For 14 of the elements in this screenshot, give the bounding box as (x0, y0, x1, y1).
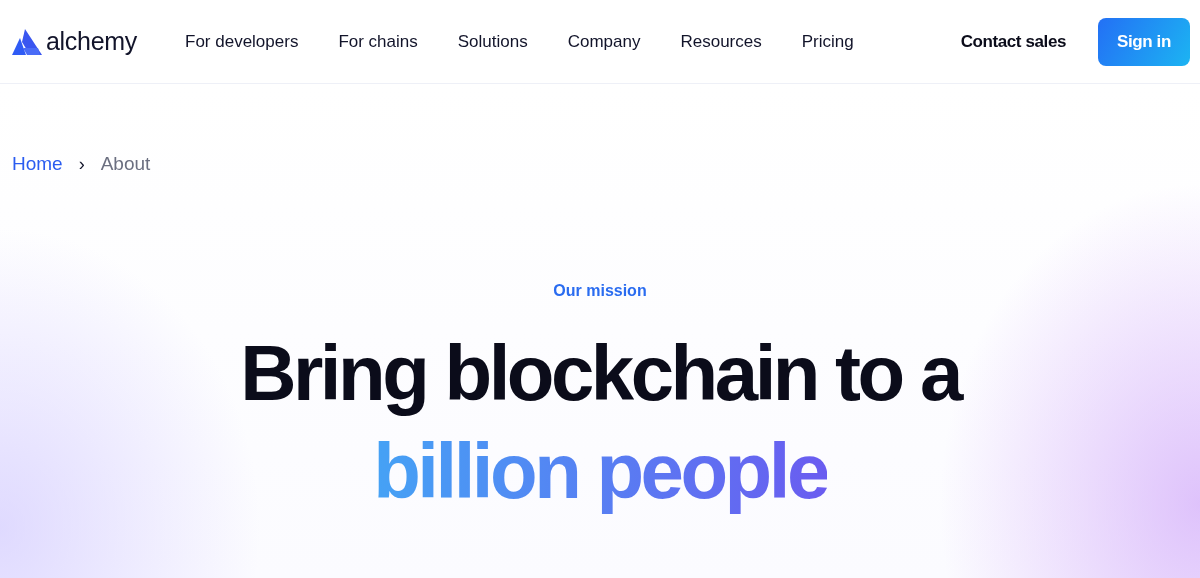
nav-link[interactable]: Solutions (457, 31, 528, 52)
section-label: Our mission (552, 282, 648, 300)
headline: Bring blockchain to a (239, 328, 962, 419)
nav-link[interactable]: Resources (680, 31, 762, 52)
logo-text[interactable]: alchemy (46, 27, 137, 56)
breadcrumb-current: About (100, 153, 151, 175)
contact-sales-link[interactable]: Contact sales (960, 31, 1066, 52)
chevron-icon: › (78, 153, 85, 175)
nav-link[interactable]: For chains (338, 31, 418, 52)
logo-icon[interactable] (12, 28, 42, 55)
nav-link[interactable]: Pricing (801, 31, 854, 52)
breadcrumb-link[interactable]: Home (12, 153, 63, 175)
nav-link[interactable]: Company (567, 31, 641, 52)
nav-link[interactable]: For developers (185, 31, 299, 52)
